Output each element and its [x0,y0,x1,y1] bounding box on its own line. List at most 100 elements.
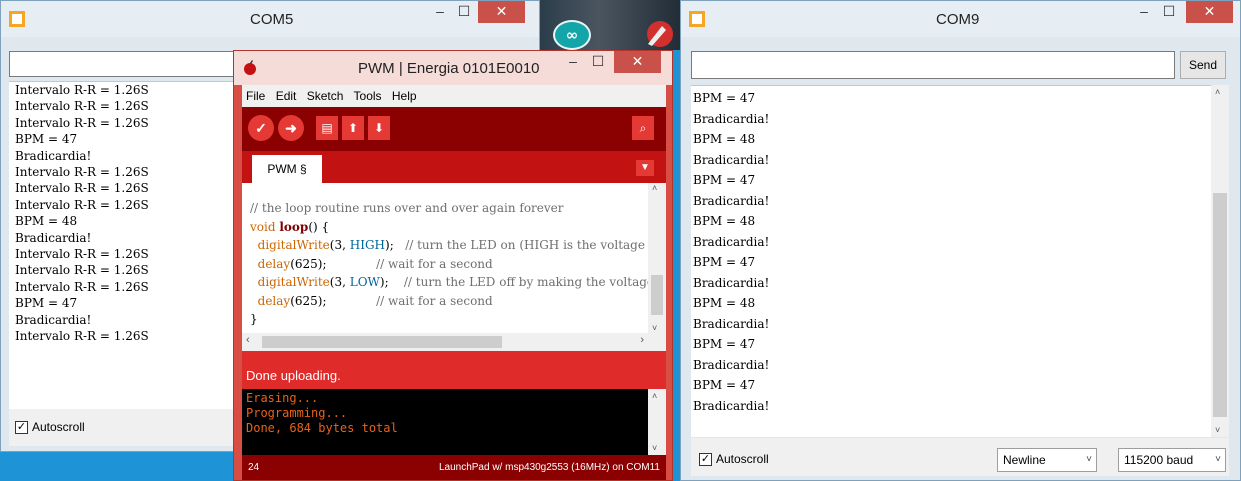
com9-titlebar[interactable]: COM9 ‒ ☐ ✕ [681,1,1240,37]
serial-send-input[interactable] [691,51,1175,79]
maximize-button[interactable]: ☐ [587,51,609,73]
window-title: COM5 [250,11,294,28]
scroll-up-icon[interactable]: ˄ [652,183,657,193]
send-button[interactable]: Send [1180,51,1226,79]
rocket-icon[interactable] [640,18,674,50]
serial-output-line: Intervalo R-R = 1.26S [15,247,149,262]
editor-vertical-scrollbar[interactable]: ˄ ˅ [648,183,666,333]
scroll-right-icon[interactable]: › [640,334,644,346]
menu-file[interactable]: File [246,89,265,103]
serial-output-line: Bradicardia! [693,357,770,372]
menu-bar: File Edit Sketch Tools Help [242,85,666,107]
scroll-left-icon[interactable]: ‹ [246,334,250,346]
maximize-button[interactable]: ☐ [453,1,475,23]
com9-serial-monitor-window: COM9 ‒ ☐ ✕ Send BPM = 47 Bradicardia! BPM … [680,0,1241,481]
serial-output-line: BPM = 47 [693,255,756,269]
code-text: (3, [329,238,350,252]
serial-output-line: Bradicardia! [693,152,770,167]
line-ending-select[interactable]: Newline ˅ [997,448,1097,472]
output-scrollbar[interactable]: ˄ ˅ [1211,85,1229,437]
menu-tools[interactable]: Tools [354,89,382,103]
serial-output-line: BPM = 48 [693,132,756,146]
serial-output-line: BPM = 47 [693,173,756,187]
serial-output-line: BPM = 47 [693,91,756,105]
chevron-down-icon: ˅ [1215,454,1221,465]
code-function-name: loop [279,219,309,234]
close-button[interactable]: ✕ [478,1,525,23]
code-comment: // wait for a second [376,256,493,271]
scroll-down-icon[interactable]: ˅ [652,443,657,453]
serial-output-line: Bradicardia! [15,148,92,163]
scrollbar-thumb[interactable] [262,336,502,348]
autoscroll-checkbox[interactable]: ✓ Autoscroll [699,452,769,466]
serial-output-line: BPM = 47 [15,132,78,147]
serial-output-line: Bradicardia! [693,398,770,413]
upload-icon[interactable]: ➜ [278,115,304,141]
maximize-button[interactable]: ☐ [1158,1,1180,23]
scroll-down-icon[interactable]: ˅ [1215,425,1220,435]
energia-logo-icon [244,60,256,75]
menu-edit[interactable]: Edit [276,89,297,103]
open-icon[interactable]: ⬆ [342,116,364,140]
window-title: COM9 [936,11,980,28]
new-file-icon[interactable]: ▤ [316,116,338,140]
chevron-down-icon: ˅ [1086,454,1092,465]
serial-output-line: Bradicardia! [15,312,92,327]
minimize-button[interactable]: ‒ [1133,1,1155,23]
code-text: (625); [290,256,327,271]
save-icon[interactable]: ⬇ [368,116,390,140]
scroll-up-icon[interactable]: ˄ [652,391,657,401]
serial-send-input[interactable] [9,51,239,77]
menu-help[interactable]: Help [392,89,417,103]
minimize-button[interactable]: ‒ [429,1,451,23]
code-text: ); [385,238,406,252]
upload-console: Erasing... Programming... Done, 684 bytes … [242,389,666,455]
serial-output-line: BPM = 47 [15,296,78,311]
code-editor[interactable]: // the loop routine runs over and over a… [242,183,666,333]
scroll-down-icon[interactable]: ˅ [652,323,657,333]
serial-output-line: Intervalo R-R = 1.26S [15,99,149,114]
editor-horizontal-scrollbar[interactable]: ‹ › [242,333,666,351]
code-constant: LOW [349,275,380,289]
serial-output-line: Bradicardia! [693,193,770,208]
close-button[interactable]: ✕ [1186,1,1233,23]
status-message: Done uploading. [242,351,666,389]
serial-output-line: BPM = 48 [693,214,756,228]
code-comment: // turn the LED off by making the voltag… [403,275,666,289]
baud-rate-select[interactable]: 115200 baud ˅ [1118,448,1226,472]
close-button[interactable]: ✕ [614,51,661,73]
console-line: Programming... [246,406,348,420]
scrollbar-thumb[interactable] [651,275,663,315]
board-port-info: LaunchPad w/ msp430g2553 (16MHz) on COM1… [438,462,660,473]
tab-pwm[interactable]: PWM § [252,155,322,183]
scroll-up-icon[interactable]: ˄ [1215,87,1220,97]
code-constant: HIGH [349,238,386,252]
serial-output-line: BPM = 48 [693,296,756,310]
code-function-call: digitalWrite [257,275,330,289]
serial-output-area: Intervalo R-R = 1.26S Intervalo R-R = 1.2… [9,81,241,409]
serial-monitor-icon[interactable]: ⌕ [632,116,654,140]
checkbox-check-icon: ✓ [15,420,28,434]
console-scrollbar[interactable]: ˄ ˅ [648,389,666,455]
serial-output-line: Intervalo R-R = 1.26S [15,197,149,212]
code-comment: // turn the LED on (HIGH is the voltage … [405,238,666,252]
minimize-button[interactable]: ‒ [562,51,584,73]
autoscroll-label: Autoscroll [32,420,85,434]
monitor-footer: ✓ Autoscroll Newline ˅ 115200 baud ˅ [691,438,1229,476]
serial-output-line: Bradicardia! [693,275,770,290]
scrollbar-thumb[interactable] [1213,193,1227,417]
console-line: Erasing... [246,391,319,405]
tab-menu-dropdown-icon[interactable]: ▼ [636,160,654,176]
com5-titlebar[interactable]: COM5 ‒ ☐ ✕ [1,1,539,37]
energia-titlebar[interactable]: PWM | Energia 0101E0010 ‒ ☐ ✕ [234,51,672,85]
code-text: ); [379,275,404,289]
code-text: } [250,312,258,326]
energia-ide-window: PWM | Energia 0101E0010 ‒ ☐ ✕ File Edit … [233,50,673,481]
line-ending-value: Newline [1003,453,1046,467]
menu-sketch[interactable]: Sketch [307,89,344,103]
arduino-icon[interactable]: ∞ [553,20,591,50]
serial-output-line: Bradicardia! [15,230,92,245]
autoscroll-checkbox[interactable]: ✓ Autoscroll [15,420,85,434]
code-function-call: digitalWrite [257,238,330,252]
verify-icon[interactable]: ✓ [248,115,274,141]
